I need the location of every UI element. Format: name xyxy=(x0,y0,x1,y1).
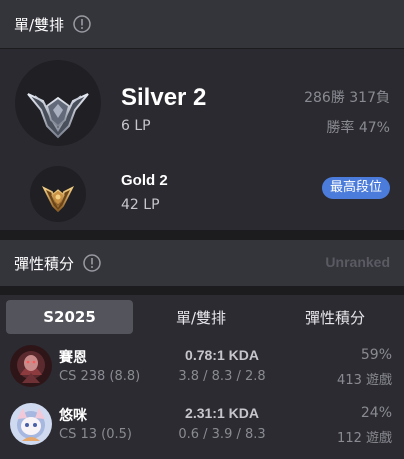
peak-rank-badge: 最高段位 xyxy=(321,177,390,199)
flex-rank-status: Unranked xyxy=(325,254,390,270)
solo-ranked-header: 單/雙排 xyxy=(0,0,404,48)
current-rank-section: Silver 2 6 LP 286勝 317負 勝率 47% xyxy=(0,49,404,165)
champion-row[interactable]: 賽恩 CS 238 (8.8) 0.78:1 KDA 3.8 / 8.3 / 2… xyxy=(0,341,404,395)
champion-row[interactable]: 悠咪 CS 13 (0.5) 2.31:1 KDA 0.6 / 3.9 / 8.… xyxy=(0,399,404,453)
current-tier: Silver 2 xyxy=(121,84,207,111)
champion-winrate: 59% xyxy=(360,347,392,363)
champion-games: 112 遊戲 xyxy=(337,431,392,446)
solo-ranked-card: 單/雙排 Silver 2 6 LP 286勝 317負 勝率 47% Gold… xyxy=(0,0,404,230)
gold-emblem-icon xyxy=(30,166,86,222)
champion-kda: 0.78:1 KDA xyxy=(185,347,259,363)
peak-lp: 42 LP xyxy=(121,197,160,213)
info-icon[interactable] xyxy=(73,15,91,33)
champion-kda: 2.31:1 KDA xyxy=(185,405,259,421)
win-loss-record: 286勝 317負 xyxy=(304,90,390,106)
current-lp: 6 LP xyxy=(121,118,151,134)
win-rate: 勝率 47% xyxy=(326,120,390,136)
champion-winrate: 24% xyxy=(360,405,392,421)
flex-ranked-card: 彈性積分 Unranked xyxy=(0,240,404,286)
tab-solo-duo[interactable]: 單/雙排 xyxy=(136,300,266,334)
champion-stats-card: S2025 單/雙排 彈性積分 賽恩 CS 238 (8.8) 0.78:1 K… xyxy=(0,295,404,459)
tab-season[interactable]: S2025 xyxy=(6,300,133,334)
silver-emblem-icon xyxy=(15,60,101,146)
champion-games: 413 遊戲 xyxy=(337,373,392,388)
solo-ranked-title: 單/雙排 xyxy=(14,15,65,34)
info-icon[interactable] xyxy=(83,254,101,272)
flex-ranked-title: 彈性積分 xyxy=(14,254,75,273)
peak-tier: Gold 2 xyxy=(121,172,168,189)
tab-flex[interactable]: 彈性積分 xyxy=(270,300,400,334)
peak-rank-section: Gold 2 42 LP 最高段位 xyxy=(0,165,404,231)
season-tabs: S2025 單/雙排 彈性積分 xyxy=(0,295,404,341)
